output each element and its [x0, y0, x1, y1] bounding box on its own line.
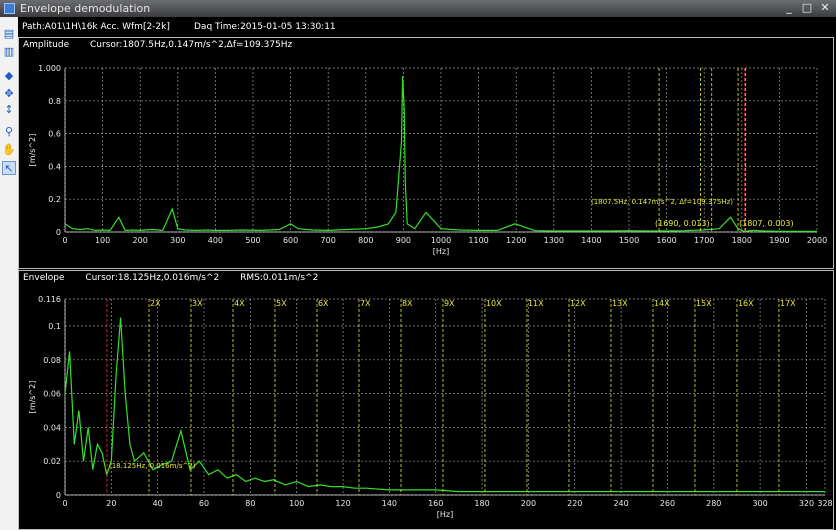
x-tick-label: 280 [706, 499, 721, 508]
x-tick-label: 2000 [807, 236, 827, 245]
harmonic-label: 11X [528, 299, 544, 308]
x-tick-label: 328 [817, 499, 832, 508]
x-tick-label: 1500 [619, 236, 639, 245]
y-tick-label: 0.06 [43, 390, 61, 399]
app-window: Envelope demodulation _ □ ✕ ▤ ▥ ◆ ✥ ↕ ⚲ … [0, 0, 836, 530]
x-tick-label: 600 [283, 236, 298, 245]
x-tick-label: 1300 [544, 236, 564, 245]
x-tick-label: 500 [245, 236, 260, 245]
harmonic-label: 8X [402, 299, 413, 308]
x-tick-label: 40 [153, 499, 163, 508]
zoom-icon[interactable]: ⚲ [2, 125, 16, 139]
x-tick-label: 180 [474, 499, 489, 508]
x-tick-label: 200 [521, 499, 536, 508]
cursor-annotation: (1807.5Hz, 0.147m/s^2, Δf=109.375Hz) [591, 198, 733, 206]
window-title: Envelope demodulation [20, 2, 151, 15]
marker-icon[interactable]: ◆ [2, 69, 16, 83]
x-tick-label: 100 [95, 236, 110, 245]
harmonic-label: 9X [444, 299, 455, 308]
y-tick-label: 0.08 [43, 356, 61, 365]
x-tick-label: 300 [752, 499, 767, 508]
left-toolbar: ▤ ▥ ◆ ✥ ↕ ⚲ ✋ ↖ [0, 17, 19, 530]
x-tick-label: 200 [133, 236, 148, 245]
harmonic-label: 5X [276, 299, 287, 308]
y-tick-label: 0.8 [48, 97, 61, 106]
harmonic-label: 17X [780, 299, 796, 308]
x-tick-label: 1900 [769, 236, 789, 245]
daq-time-label: Daq Time:2015-01-05 13:30:11 [194, 22, 336, 32]
minimize-button[interactable]: _ [781, 1, 797, 15]
x-tick-label: 160 [428, 499, 443, 508]
x-tick-label: 0 [62, 236, 67, 245]
peak-annotation: (1807, 0.003) [739, 219, 794, 228]
x-tick-label: 80 [245, 499, 255, 508]
x-tick-label: 1400 [581, 236, 601, 245]
x-tick-label: 1700 [694, 236, 714, 245]
x-tick-label: 900 [396, 236, 411, 245]
amplitude-spectrum-chart[interactable]: 0 100 200 300 400 500 600 700 800 900 1000 1100 1200… [19, 38, 833, 268]
x-tick-label: 20 [106, 499, 116, 508]
y-tick-label: 0.4 [48, 162, 61, 171]
cursor-annotation: (18.125Hz, 0.016m/s^2) [109, 462, 196, 470]
y-tick-label: 1.000 [38, 64, 61, 73]
harmonic-label: 10X [486, 299, 502, 308]
y-axis-label: [m/s^2] [28, 134, 37, 167]
x-tick-label: 120 [335, 499, 350, 508]
pointer-icon[interactable]: ↖ [2, 161, 16, 175]
harmonic-label: 6X [318, 299, 329, 308]
x-tick-label: 0 [62, 499, 67, 508]
y-tick-label: 0.116 [38, 295, 61, 304]
amplitude-panel: Amplitude Cursor:1807.5Hz,0.147m/s^2,Δf=… [18, 37, 834, 269]
harmonic-label: 14X [654, 299, 670, 308]
chart-alt-icon[interactable]: ▥ [2, 45, 16, 59]
title-bar: Envelope demodulation _ □ ✕ [0, 0, 836, 17]
x-tick-label: 100 [289, 499, 304, 508]
harmonic-label: 16X [738, 299, 754, 308]
y-tick-label: 0.6 [48, 130, 61, 139]
path-label: Path:A01\1H\16k Acc. Wfm[2-2k] [22, 22, 170, 32]
x-tick-label: 700 [321, 236, 336, 245]
harmonic-label: 15X [696, 299, 712, 308]
envelope-spectrum-chart[interactable]: 0 20 40 60 80 100 120 140 160 180 200 220 240 260 280 3… [19, 271, 833, 529]
y-tick-label: 0 [56, 491, 61, 500]
x-axis-label: [Hz] [433, 247, 449, 256]
x-tick-label: 320 [799, 499, 814, 508]
x-tick-label: 220 [567, 499, 582, 508]
info-bar: Path:A01\1H\16k Acc. Wfm[2-2k] Daq Time:… [18, 17, 836, 37]
close-button[interactable]: ✕ [817, 1, 833, 15]
maximize-button[interactable]: □ [799, 1, 815, 15]
x-tick-label: 240 [613, 499, 628, 508]
harmonic-label: 13X [612, 299, 628, 308]
y-tick-label: 0.1 [48, 322, 61, 331]
move-icon[interactable]: ✥ [2, 87, 16, 101]
y-tick-label: 0 [56, 228, 61, 237]
y-axis-label: [m/s^2] [28, 381, 37, 414]
y-tick-label: 0.04 [43, 423, 61, 432]
harmonic-label: 2X [150, 299, 161, 308]
pan-icon[interactable]: ✋ [2, 143, 16, 157]
x-tick-label: 260 [660, 499, 675, 508]
harmonic-label: 3X [192, 299, 203, 308]
envelope-panel: Envelope Cursor:18.125Hz,0.016m/s^2 RMS:… [18, 270, 834, 530]
x-tick-label: 800 [358, 236, 373, 245]
x-axis-label: [Hz] [437, 510, 453, 519]
x-tick-label: 1600 [656, 236, 676, 245]
y-tick-label: 0.02 [43, 457, 61, 466]
peak-annotation: (1690, 0.013) [655, 219, 710, 228]
expand-icon[interactable]: ↕ [2, 103, 16, 117]
x-tick-label: 300 [170, 236, 185, 245]
x-tick-label: 1200 [506, 236, 526, 245]
x-tick-label: 1800 [732, 236, 752, 245]
x-tick-label: 1000 [431, 236, 451, 245]
y-tick-label: 0.2 [48, 195, 61, 204]
x-tick-label: 400 [208, 236, 223, 245]
harmonic-label: 12X [570, 299, 586, 308]
x-tick-label: 140 [382, 499, 397, 508]
x-tick-label: 60 [199, 499, 209, 508]
harmonic-label: 4X [234, 299, 245, 308]
x-tick-label: 1100 [468, 236, 488, 245]
harmonic-label: 7X [360, 299, 371, 308]
app-icon [4, 3, 15, 14]
chart-icon[interactable]: ▤ [2, 27, 16, 41]
